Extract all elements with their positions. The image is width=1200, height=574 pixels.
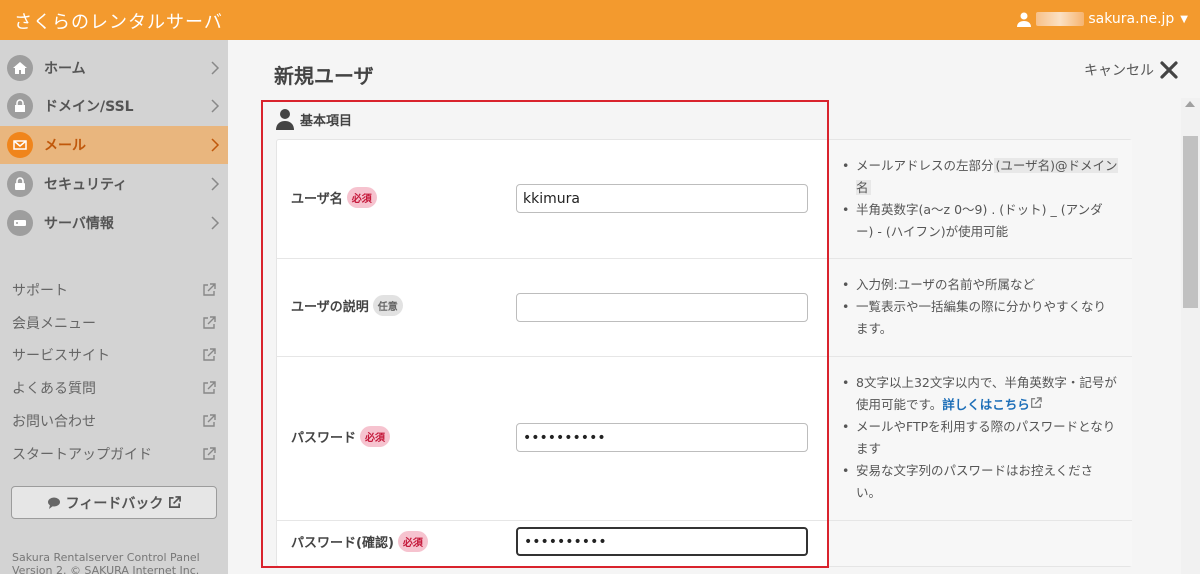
sidebar-item-label: セキュリティ <box>44 177 128 193</box>
link-service-site[interactable]: サービスサイト <box>12 345 218 367</box>
masked-username <box>1036 12 1085 26</box>
account-domain: sakura.ne.jp <box>1088 11 1175 27</box>
sidebar-item-server-info[interactable]: サーバ情報 <box>0 204 228 242</box>
chevron-right-icon <box>211 99 220 113</box>
top-header: さくらのレンタルサーバ sakura.ne.jp ▼ <box>0 0 1200 40</box>
account-menu[interactable]: sakura.ne.jp ▼ <box>1016 11 1188 27</box>
sidebar-item-domain[interactable]: ドメイン/SSL <box>0 87 228 125</box>
password-help: • 8文字以上32文字以内で、半角英数字・記号が使用可能です。詳しくはこちら • メ… <box>842 372 1118 504</box>
link-label: スタートアップガイド <box>12 447 152 463</box>
page-title: 新規ユーザ <box>274 64 374 88</box>
sidebar-item-label: メール <box>44 138 86 154</box>
close-icon <box>1160 61 1178 79</box>
sidebar-item-home[interactable]: ホーム <box>0 49 228 87</box>
sidebar-item-label: ドメイン/SSL <box>44 99 134 115</box>
brand-title[interactable]: さくらのレンタルサーバ <box>14 8 223 34</box>
chevron-right-icon <box>211 138 220 152</box>
cancel-button[interactable]: キャンセル <box>1084 59 1180 81</box>
link-member-menu[interactable]: 会員メニュー <box>12 313 218 335</box>
link-label: よくある質問 <box>12 381 96 397</box>
help-text: 入力例:ユーザの名前や所属など <box>856 277 1035 292</box>
copyright-line: Version 2. © SAKURA Internet Inc. <box>12 564 200 574</box>
external-link-icon <box>203 283 216 296</box>
help-text: 一覧表示や一括編集の際に分かりやすくなります。 <box>856 299 1107 336</box>
home-icon <box>7 55 33 81</box>
link-label: サービスサイト <box>12 348 110 364</box>
external-link-icon <box>203 316 216 329</box>
external-link-icon <box>203 447 216 460</box>
link-startup-guide[interactable]: スタートアップガイド <box>12 444 218 466</box>
external-link-icon <box>203 381 216 394</box>
details-link[interactable]: 詳しくはこちら <box>942 397 1030 412</box>
link-faq[interactable]: よくある質問 <box>12 378 218 400</box>
link-support[interactable]: サポート <box>12 280 218 302</box>
cancel-label: キャンセル <box>1084 63 1154 79</box>
lock-icon <box>7 171 33 197</box>
chat-icon <box>47 497 60 509</box>
sidebar-item-label: サーバ情報 <box>44 216 114 232</box>
external-link-icon <box>1030 397 1042 408</box>
scroll-up-arrow-icon[interactable] <box>1185 101 1195 107</box>
highlight-box <box>261 100 829 568</box>
description-help: • 入力例:ユーザの名前や所属など • 一覧表示や一括編集の際に分かりやすくなります… <box>842 274 1118 340</box>
copyright-text: Sakura Rentalserver Control Panel Versio… <box>12 551 222 574</box>
link-label: 会員メニュー <box>12 316 96 332</box>
help-text: メールアドレスの左部分 <box>856 158 994 173</box>
user-icon <box>1017 12 1032 27</box>
sidebar-item-label: ホーム <box>44 61 86 77</box>
mail-icon <box>7 132 33 158</box>
external-link-icon <box>203 348 216 361</box>
help-text: メールやFTPを利用する際のパスワードとなります <box>856 419 1116 456</box>
link-label: サポート <box>12 283 68 299</box>
chevron-down-icon: ▼ <box>1180 13 1188 25</box>
scrollbar-thumb[interactable] <box>1183 136 1198 308</box>
external-link-icon <box>169 496 182 508</box>
help-text: 半角英数字(a〜z 0〜9) . (ドット) _ (アンダー) - (ハイフン)… <box>856 202 1103 239</box>
external-link-icon <box>203 414 216 427</box>
chevron-right-icon <box>211 177 220 191</box>
link-contact[interactable]: お問い合わせ <box>12 411 218 433</box>
sidebar-item-mail[interactable]: メール <box>0 126 228 164</box>
link-label: お問い合わせ <box>12 414 96 430</box>
feedback-button[interactable]: フィードバック <box>11 486 217 519</box>
sidebar-item-security[interactable]: セキュリティ <box>0 165 228 203</box>
chevron-right-icon <box>211 61 220 75</box>
domain-icon <box>7 93 33 119</box>
chevron-right-icon <box>211 216 220 230</box>
feedback-label: フィードバック <box>65 495 164 512</box>
copyright-line: Sakura Rentalserver Control Panel <box>12 551 200 564</box>
help-text: 安易な文字列のパスワードはお控えください。 <box>856 463 1094 500</box>
username-help: • メールアドレスの左部分 (ユーザ名)@ドメイン名 • 半角英数字(a〜z 0〜9)… <box>842 155 1118 243</box>
sidebar: ホーム ドメイン/SSL メール セキュリティ サーバ情報 サポート 会員メニュ… <box>0 40 228 574</box>
server-icon <box>7 210 33 236</box>
